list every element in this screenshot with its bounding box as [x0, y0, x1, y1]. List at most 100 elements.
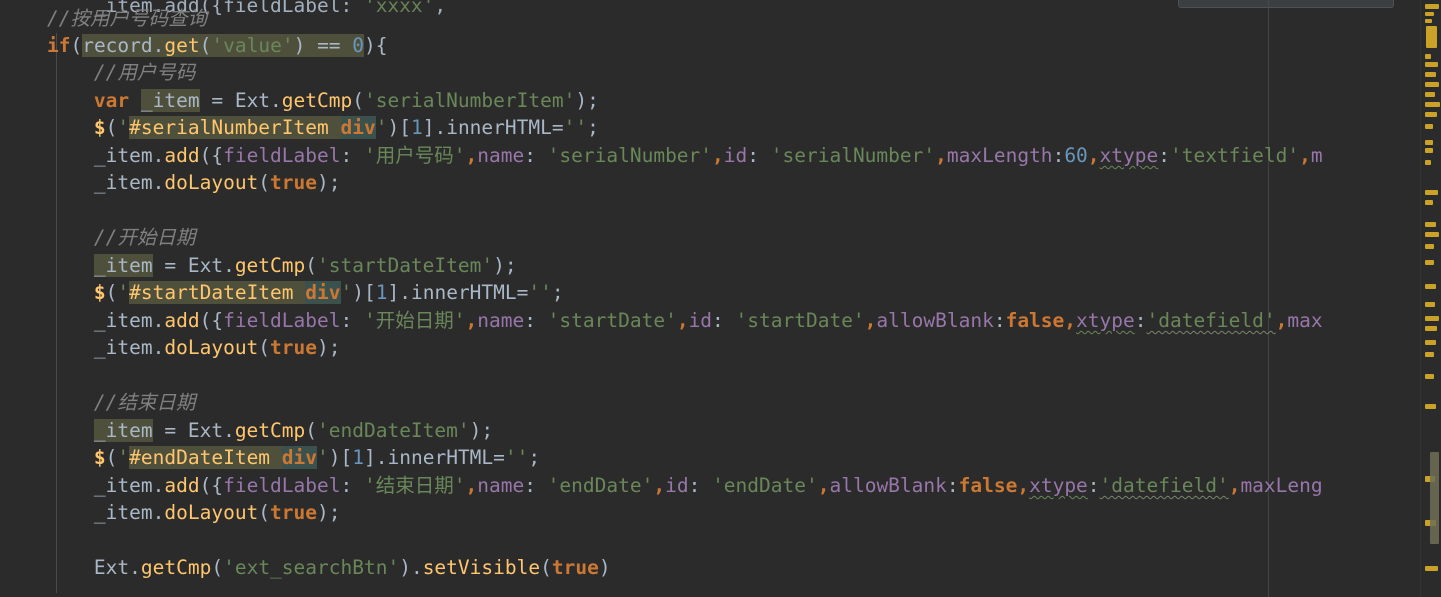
code-line[interactable]: Ext.getCmp('ext_searchBtn').setVisible(t…	[0, 554, 611, 582]
minimap-mark[interactable]	[1425, 4, 1439, 9]
minimap-mark[interactable]	[1425, 160, 1431, 165]
code-token: )[	[352, 281, 376, 304]
minimap-mark[interactable]	[1425, 222, 1436, 227]
code-token: $	[93, 116, 106, 139]
code-token: ,	[1228, 474, 1241, 497]
code-token: :	[1158, 144, 1170, 167]
minimap-mark[interactable]	[1425, 82, 1439, 87]
code-token: #startDateItem	[129, 281, 306, 304]
code-token: ({	[199, 309, 224, 332]
code-line[interactable]: _item.add({fieldLabel: '结束日期',name: 'end…	[0, 472, 1323, 500]
code-token: add	[164, 144, 200, 167]
code-token: 'ext_searchBtn'	[223, 556, 400, 579]
code-token: _item.	[93, 144, 165, 167]
minimap-mark[interactable]	[1425, 200, 1433, 205]
code-token: id	[723, 144, 748, 167]
minimap-mark[interactable]	[1425, 326, 1437, 331]
code-line[interactable]: $('#endDateItem div')[1].innerHTML='';	[0, 444, 540, 472]
code-line[interactable]: //结束日期	[0, 389, 195, 417]
code-token: true	[270, 336, 318, 359]
minimap-mark[interactable]	[1425, 316, 1439, 321]
code-token: (	[258, 501, 271, 524]
minimap-mark[interactable]	[1425, 566, 1438, 571]
minimap-mark[interactable]	[1426, 26, 1437, 48]
code-token: )	[293, 34, 306, 57]
code-line[interactable]: _item = Ext.getCmp('startDateItem');	[0, 252, 517, 280]
code-line[interactable]: var _item = Ext.getCmp('serialNumberItem…	[0, 87, 599, 115]
minimap-mark[interactable]	[1425, 244, 1434, 249]
code-token: ,	[465, 309, 478, 332]
code-line[interactable]: _item.add({fieldLabel: '开始日期',name: 'sta…	[0, 307, 1323, 335]
minimap-mark[interactable]	[1425, 19, 1432, 23]
code-token: //用户号码	[93, 61, 196, 84]
code-token: 'textfield'	[1170, 144, 1300, 167]
code-token: :	[747, 144, 771, 167]
minimap-mark[interactable]	[1425, 260, 1434, 265]
minimap-mark[interactable]	[1425, 62, 1438, 67]
code-token: id	[665, 474, 689, 497]
minimap-mark[interactable]	[1425, 12, 1434, 16]
minimap-mark[interactable]	[1425, 92, 1435, 97]
minimap-mark[interactable]	[1425, 102, 1440, 107]
code-line[interactable]	[0, 362, 12, 390]
minimap-mark[interactable]	[1425, 72, 1436, 77]
minimap-mark[interactable]	[1425, 352, 1434, 357]
code-line[interactable]: //用户号码	[0, 59, 195, 87]
code-token: :	[993, 309, 1006, 332]
code-token: ,	[1064, 309, 1077, 332]
code-line[interactable]: _item.doLayout(true);	[0, 499, 341, 527]
minimap-mark[interactable]	[1425, 340, 1436, 345]
code-token: true	[270, 171, 318, 194]
code-token: ''	[563, 116, 588, 139]
minimap-mark[interactable]	[1425, 190, 1438, 195]
code-token: _item.	[93, 309, 165, 332]
code-token: name	[477, 474, 525, 497]
minimap-mark[interactable]	[1425, 232, 1439, 237]
code-token: getCmp	[140, 556, 212, 579]
code-token: ,	[1299, 144, 1311, 167]
code-line[interactable]: _item.add({fieldLabel: '用户号码',name: 'ser…	[0, 142, 1323, 170]
minimap-marker-stripe[interactable]	[1420, 0, 1441, 597]
code-token: ''	[528, 281, 552, 304]
minimap-mark[interactable]	[1425, 404, 1436, 409]
code-line[interactable]: //开始日期	[0, 224, 195, 252]
code-token: :	[524, 144, 548, 167]
minimap-mark[interactable]	[1425, 54, 1431, 59]
minimap-mark[interactable]	[1425, 140, 1433, 145]
code-token: 'startDate'	[735, 309, 865, 332]
code-line[interactable]: _item = Ext.getCmp('endDateItem');	[0, 417, 493, 445]
minimap-mark[interactable]	[1425, 112, 1437, 117]
code-line[interactable]: //按用户号码查询	[0, 5, 207, 33]
code-token: fieldLabel	[223, 309, 341, 332]
code-token: 'value'	[211, 34, 294, 57]
code-line[interactable]: if(record.get('value') == 0){	[0, 32, 388, 60]
code-token: ,	[676, 309, 689, 332]
code-line[interactable]: _item.doLayout(true);	[0, 334, 341, 362]
minimap-mark[interactable]	[1425, 124, 1433, 129]
code-text-area[interactable]: _item.add({fieldLabel: 'xxxx', //按用户号码查询…	[0, 0, 1420, 597]
minimap-mark[interactable]	[1425, 302, 1435, 307]
code-token: ''	[504, 446, 529, 469]
code-token: )	[364, 34, 376, 57]
code-line[interactable]	[0, 527, 12, 555]
code-token: doLayout	[164, 171, 259, 194]
code-line[interactable]: $('#startDateItem div')[1].innerHTML='';	[0, 279, 564, 307]
code-token: (	[305, 254, 318, 277]
minimap-mark[interactable]	[1425, 148, 1433, 153]
code-line[interactable]: $('#serialNumberItem div')[1].innerHTML=…	[0, 114, 599, 142]
code-line[interactable]	[0, 197, 12, 225]
code-token: = Ext.	[199, 89, 282, 112]
minimap-mark[interactable]	[1425, 284, 1436, 289]
minimap-mark[interactable]	[1425, 374, 1434, 379]
minimap-scroll-thumb[interactable]	[1430, 452, 1439, 544]
code-token: Ext.	[93, 556, 141, 579]
code-token: ].innerHTML=	[364, 446, 505, 469]
code-token: );	[493, 254, 517, 277]
code-line[interactable]: _item.doLayout(true);	[0, 169, 341, 197]
